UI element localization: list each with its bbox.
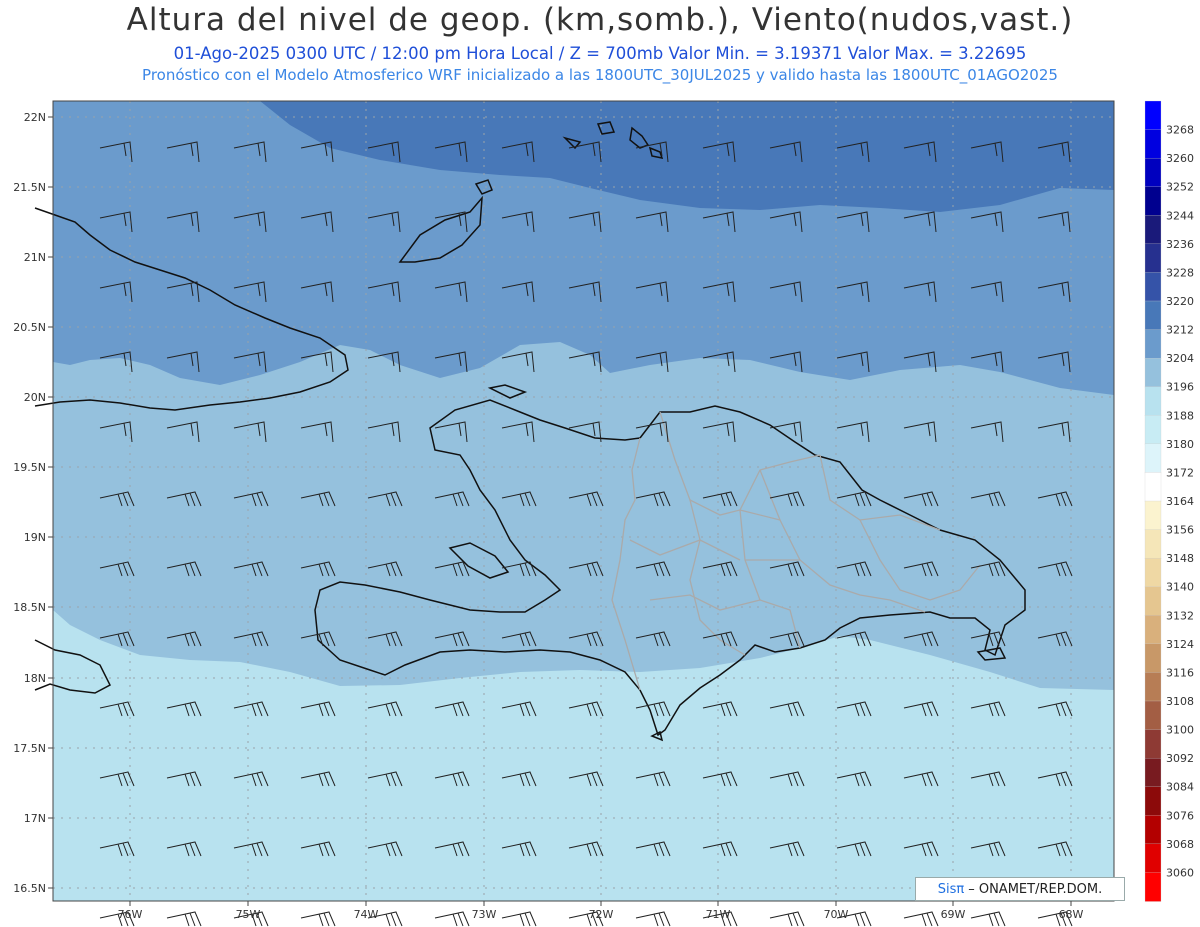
colorbar-swatch [1144,557,1162,588]
lon-label: 70W [824,908,849,921]
lat-label: 20.5N [13,321,46,334]
colorbar-label: 3172 [1166,466,1194,479]
wind-barb [166,911,202,927]
colorbar-label: 3180 [1166,438,1194,451]
colorbar-label: 3244 [1166,209,1194,222]
colorbar-swatch [1144,872,1162,902]
lat-label: 20N [24,391,46,404]
credit-box: Sisπ – ONAMET/REP.DOM. [915,877,1125,901]
colorbar-swatch [1144,415,1162,445]
colorbar-swatch [1144,729,1162,759]
colorbar-label: 3164 [1166,495,1194,508]
lat-label: 18.5N [13,601,46,614]
colorbar-swatch [1144,300,1162,331]
colorbar-label: 3252 [1166,181,1194,194]
lat-label: 16.5N [13,882,46,895]
lat-label: 19.5N [13,461,46,474]
colorbar-label: 3100 [1166,724,1194,737]
wind-barb [434,911,470,927]
lon-label: 73W [472,908,497,921]
colorbar-swatch [1144,815,1162,845]
geopotential-map: 22N 21.5N 21N 20.5N 20N 19.5N 19N 18.5N … [13,100,1194,927]
lat-label: 21N [24,251,46,264]
lon-label: 68W [1059,908,1084,921]
colorbar-swatch [1144,243,1162,274]
colorbar-swatch [1144,386,1162,416]
colorbar-label: 3084 [1166,781,1194,794]
colorbar-swatch [1144,757,1162,788]
colorbar: 3268 3260 3252 3244 3236 3228 3220 3212 3204 3196… [1144,100,1194,902]
colorbar-swatch [1144,586,1162,616]
lat-label: 17N [24,812,46,825]
credit-text: – ONAMET/REP.DOM. [968,881,1103,897]
colorbar-label: 3188 [1166,409,1194,422]
colorbar-label: 3236 [1166,238,1194,251]
colorbar-swatch [1144,215,1162,245]
colorbar-swatch [1144,786,1162,816]
colorbar-label: 3228 [1166,266,1194,279]
lon-label: 72W [589,908,614,921]
colorbar-label: 3196 [1166,381,1194,394]
wind-barb [970,911,1006,927]
colorbar-label: 3220 [1166,295,1194,308]
sispi-logo: Sisπ [937,881,965,897]
colorbar-swatch [1144,186,1162,216]
colorbar-label: 3132 [1166,609,1194,622]
colorbar-swatch [1144,129,1162,159]
colorbar-label: 3148 [1166,552,1194,565]
colorbar-swatch [1144,472,1162,502]
lon-label: 75W [236,908,261,921]
lat-label: 19N [24,531,46,544]
lon-label: 74W [354,908,379,921]
colorbar-label: 3124 [1166,638,1194,651]
colorbar-swatch [1144,100,1162,131]
colorbar-label: 3268 [1166,124,1194,137]
wind-barb [903,911,939,927]
colorbar-label: 3068 [1166,838,1194,851]
colorbar-swatch [1144,643,1162,674]
lon-label: 76W [118,908,143,921]
colorbar-swatch [1144,843,1162,874]
wind-barb [300,911,336,927]
colorbar-label: 3156 [1166,524,1194,537]
colorbar-label: 3108 [1166,695,1194,708]
lat-label: 18N [24,672,46,685]
wind-barb [501,911,537,927]
colorbar-label: 3076 [1166,809,1194,822]
colorbar-label: 3204 [1166,352,1194,365]
colorbar-swatch [1144,700,1162,731]
colorbar-swatch [1144,329,1162,359]
colorbar-swatch [1144,443,1162,474]
colorbar-swatch [1144,157,1162,188]
lat-label: 22N [24,111,46,124]
colorbar-swatch [1144,529,1162,559]
colorbar-swatch [1144,272,1162,302]
lat-label: 21.5N [13,181,46,194]
wind-barb [635,911,671,927]
colorbar-swatch [1144,672,1162,702]
colorbar-label: 3060 [1166,866,1194,879]
colorbar-label: 3116 [1166,666,1194,679]
colorbar-swatch [1144,500,1162,531]
lon-label: 71W [706,908,731,921]
colorbar-label: 3212 [1166,324,1194,337]
wind-barb [769,911,805,927]
colorbar-swatch [1144,615,1162,645]
lat-label: 17.5N [13,742,46,755]
colorbar-label: 3260 [1166,152,1194,165]
colorbar-label: 3140 [1166,581,1194,594]
colorbar-label: 3092 [1166,752,1194,765]
lon-label: 69W [941,908,966,921]
colorbar-swatch [1144,357,1162,388]
